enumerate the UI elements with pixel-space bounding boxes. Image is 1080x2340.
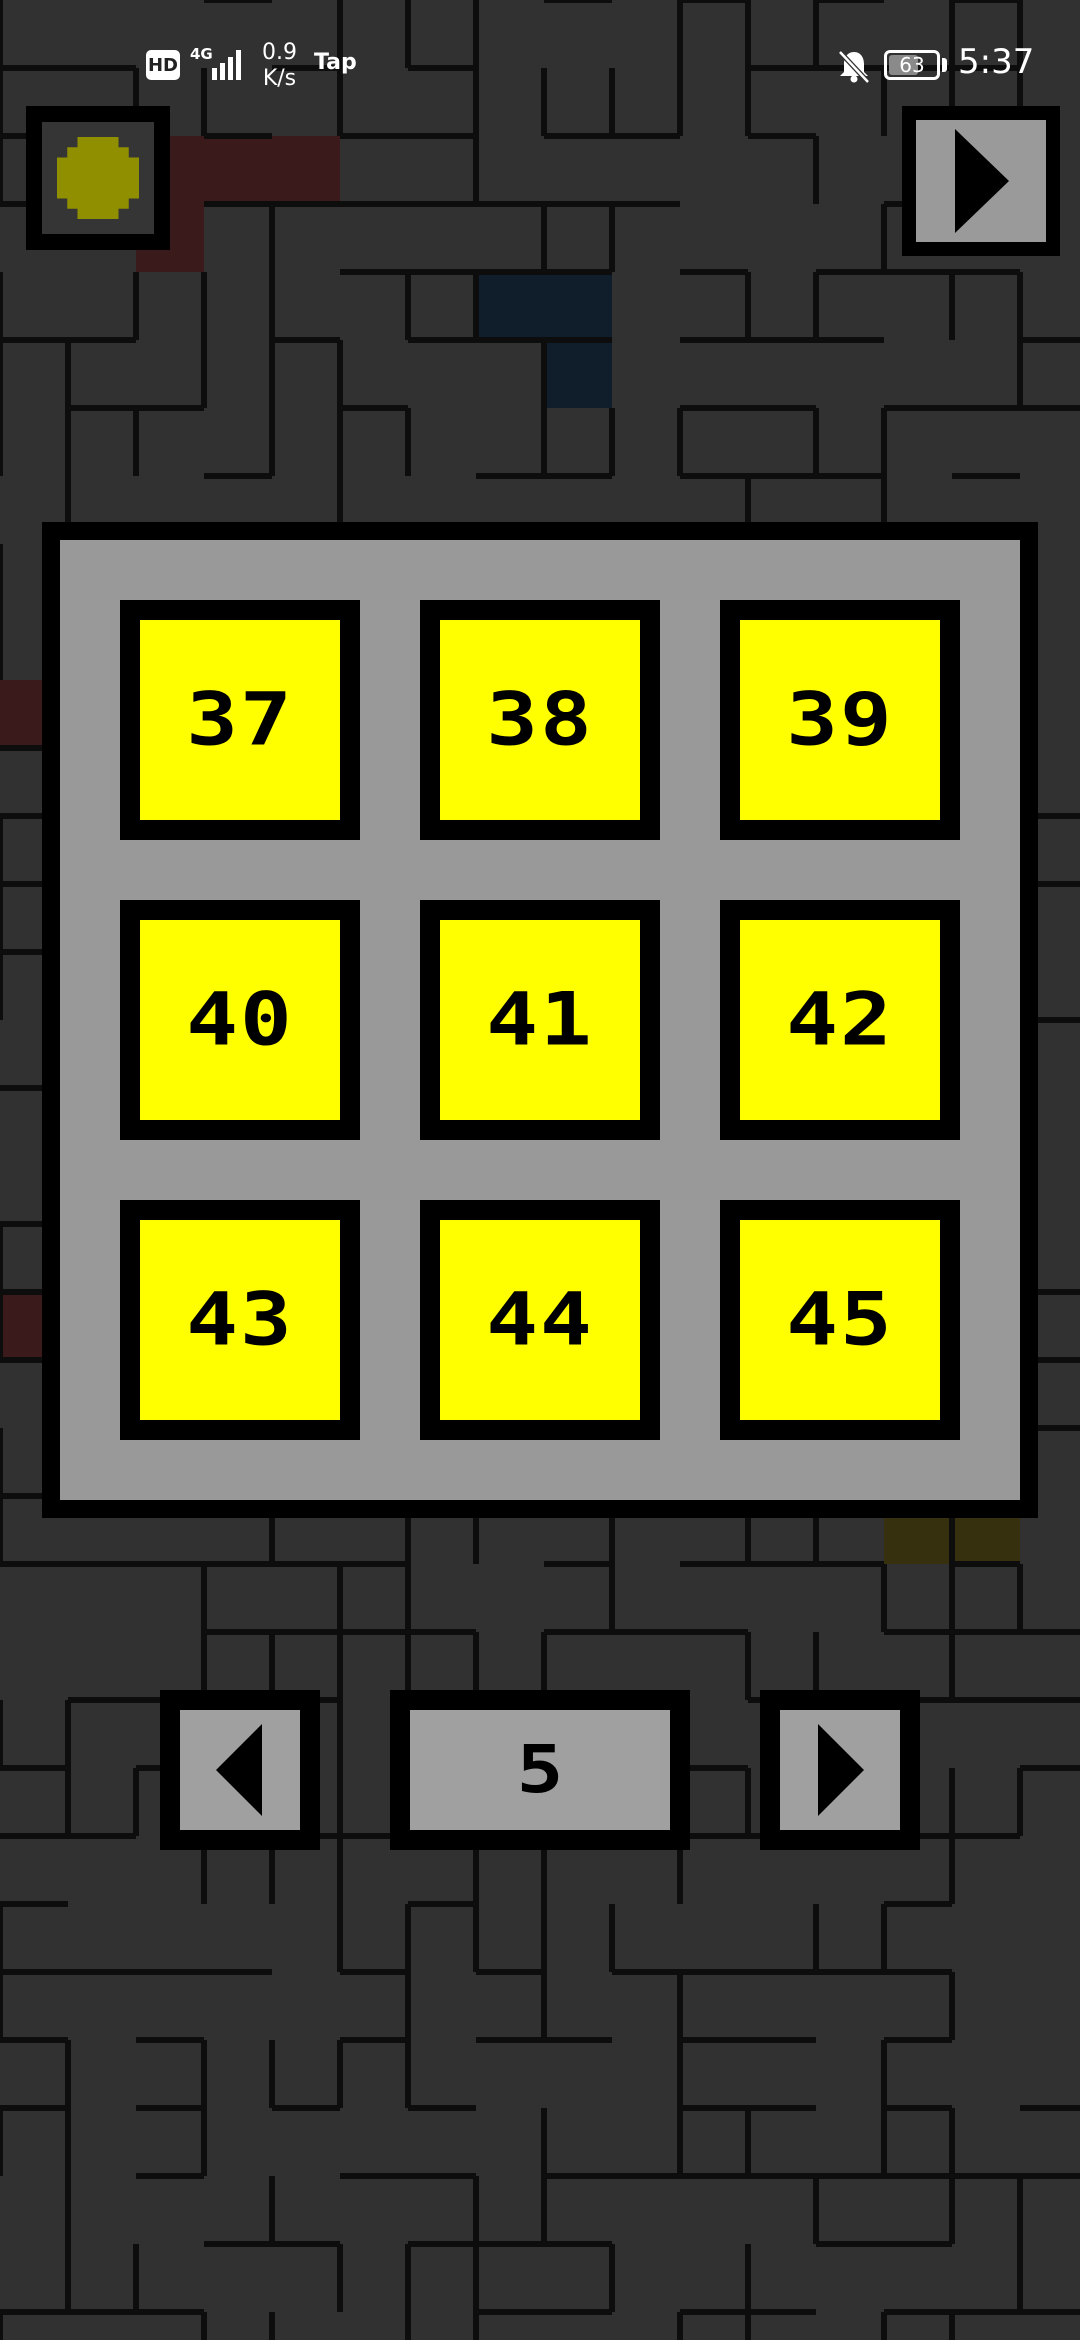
level-number: 41 — [486, 977, 594, 1063]
level-number: 39 — [786, 677, 894, 763]
level-number: 38 — [486, 677, 594, 763]
bell-muted-icon — [838, 50, 870, 84]
level-tile-face: 44 — [440, 1220, 640, 1420]
network-speed-value: 0.9 — [262, 40, 297, 65]
next-page-button-face — [780, 1710, 900, 1830]
network-speed-unit: K/s — [262, 66, 297, 91]
level-number: 45 — [786, 1277, 894, 1363]
level-tile-face: 45 — [740, 1220, 940, 1420]
app-notification-label: Tap — [314, 50, 357, 75]
level-select-panel: 37 38 39 40 41 42 43 44 45 — [42, 522, 1038, 1518]
hd-badge: HD — [146, 50, 180, 80]
level-number: 44 — [486, 1277, 594, 1363]
level-tile-face: 41 — [440, 920, 640, 1120]
battery-level: 63 — [899, 53, 925, 77]
level-number: 37 — [186, 677, 294, 763]
level-tile-45[interactable]: 45 — [720, 1200, 960, 1440]
level-tile-face: 38 — [440, 620, 640, 820]
coins-button-face — [42, 122, 154, 234]
level-tile-37[interactable]: 37 — [120, 600, 360, 840]
status-bar: HD 4G 0.9 K/s Tap 63 5:37 — [0, 0, 1080, 130]
network-speed: 0.9 K/s — [262, 40, 297, 92]
prev-page-button[interactable] — [160, 1690, 320, 1850]
battery-icon: 63 — [884, 50, 940, 80]
level-tile-face: 37 — [140, 620, 340, 820]
yellow-coin-icon — [57, 137, 139, 219]
page-indicator-face: 5 — [410, 1710, 670, 1830]
clock: 5:37 — [958, 42, 1035, 82]
level-tile-38[interactable]: 38 — [420, 600, 660, 840]
level-number: 42 — [786, 977, 894, 1063]
level-tile-40[interactable]: 40 — [120, 900, 360, 1140]
next-page-button[interactable] — [760, 1690, 920, 1850]
level-tile-face: 43 — [140, 1220, 340, 1420]
level-tile-39[interactable]: 39 — [720, 600, 960, 840]
level-number: 40 — [186, 977, 294, 1063]
page-indicator: 5 — [390, 1690, 690, 1850]
play-button-face — [916, 120, 1046, 242]
level-tile-44[interactable]: 44 — [420, 1200, 660, 1440]
level-tile-face: 39 — [740, 620, 940, 820]
current-page-number: 5 — [516, 1731, 564, 1809]
left-arrow-icon — [216, 1724, 262, 1816]
signal-icon — [212, 50, 241, 80]
level-number: 43 — [186, 1277, 294, 1363]
level-tile-42[interactable]: 42 — [720, 900, 960, 1140]
level-tile-face: 40 — [140, 920, 340, 1120]
level-tile-41[interactable]: 41 — [420, 900, 660, 1140]
play-right-arrow-icon — [955, 129, 1009, 233]
prev-page-button-face — [180, 1710, 300, 1830]
battery-tip — [942, 58, 947, 72]
level-tile-43[interactable]: 43 — [120, 1200, 360, 1440]
level-grid: 37 38 39 40 41 42 43 44 45 — [60, 540, 1020, 1500]
right-arrow-icon — [818, 1724, 864, 1816]
level-tile-face: 42 — [740, 920, 940, 1120]
